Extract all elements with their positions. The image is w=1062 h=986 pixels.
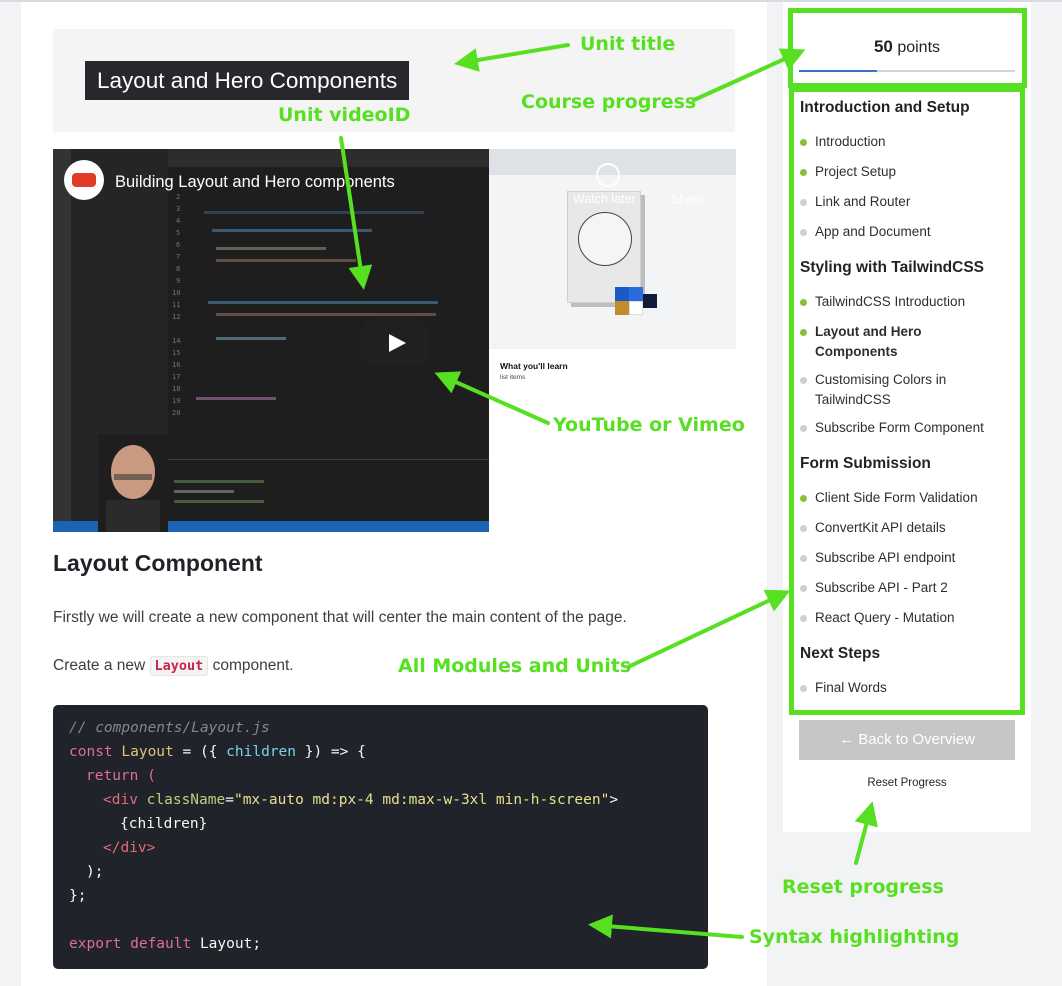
callout-syntax: Syntax highlighting [749,926,960,948]
callout-youtube: YouTube or Vimeo [553,414,745,436]
annotation-arrows [339,43,878,939]
callout-modules: All Modules and Units [398,655,632,677]
callout-reset: Reset progress [782,876,944,898]
callout-unit-video: Unit videoID [278,104,411,126]
callout-unit-title: Unit title [580,33,676,55]
callout-course-progress: Course progress [521,91,697,113]
